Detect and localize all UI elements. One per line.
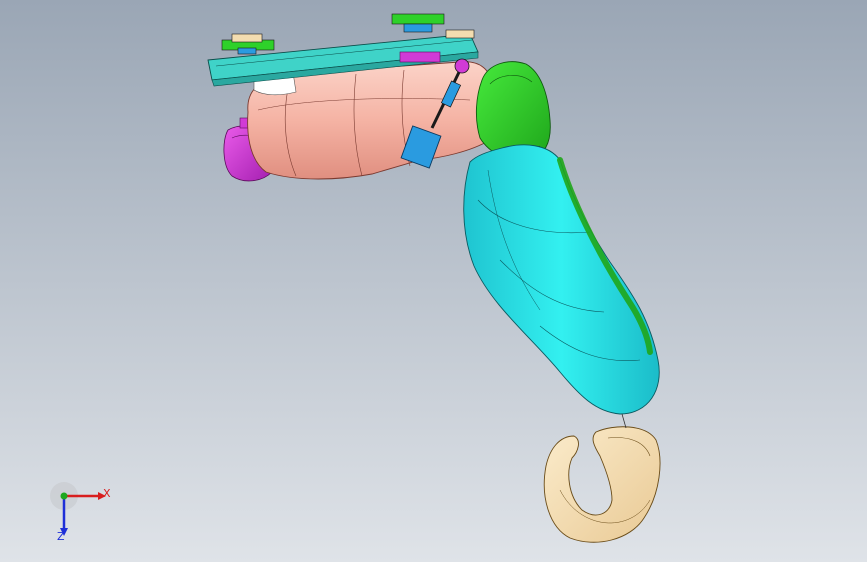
y-axis-dot bbox=[60, 492, 68, 500]
axis-triad: X Z bbox=[40, 478, 120, 548]
z-axis-label: Z bbox=[57, 530, 65, 543]
3d-viewport[interactable]: X Z bbox=[0, 0, 867, 562]
model-scene[interactable] bbox=[0, 0, 867, 562]
x-axis-label: X bbox=[103, 487, 111, 500]
